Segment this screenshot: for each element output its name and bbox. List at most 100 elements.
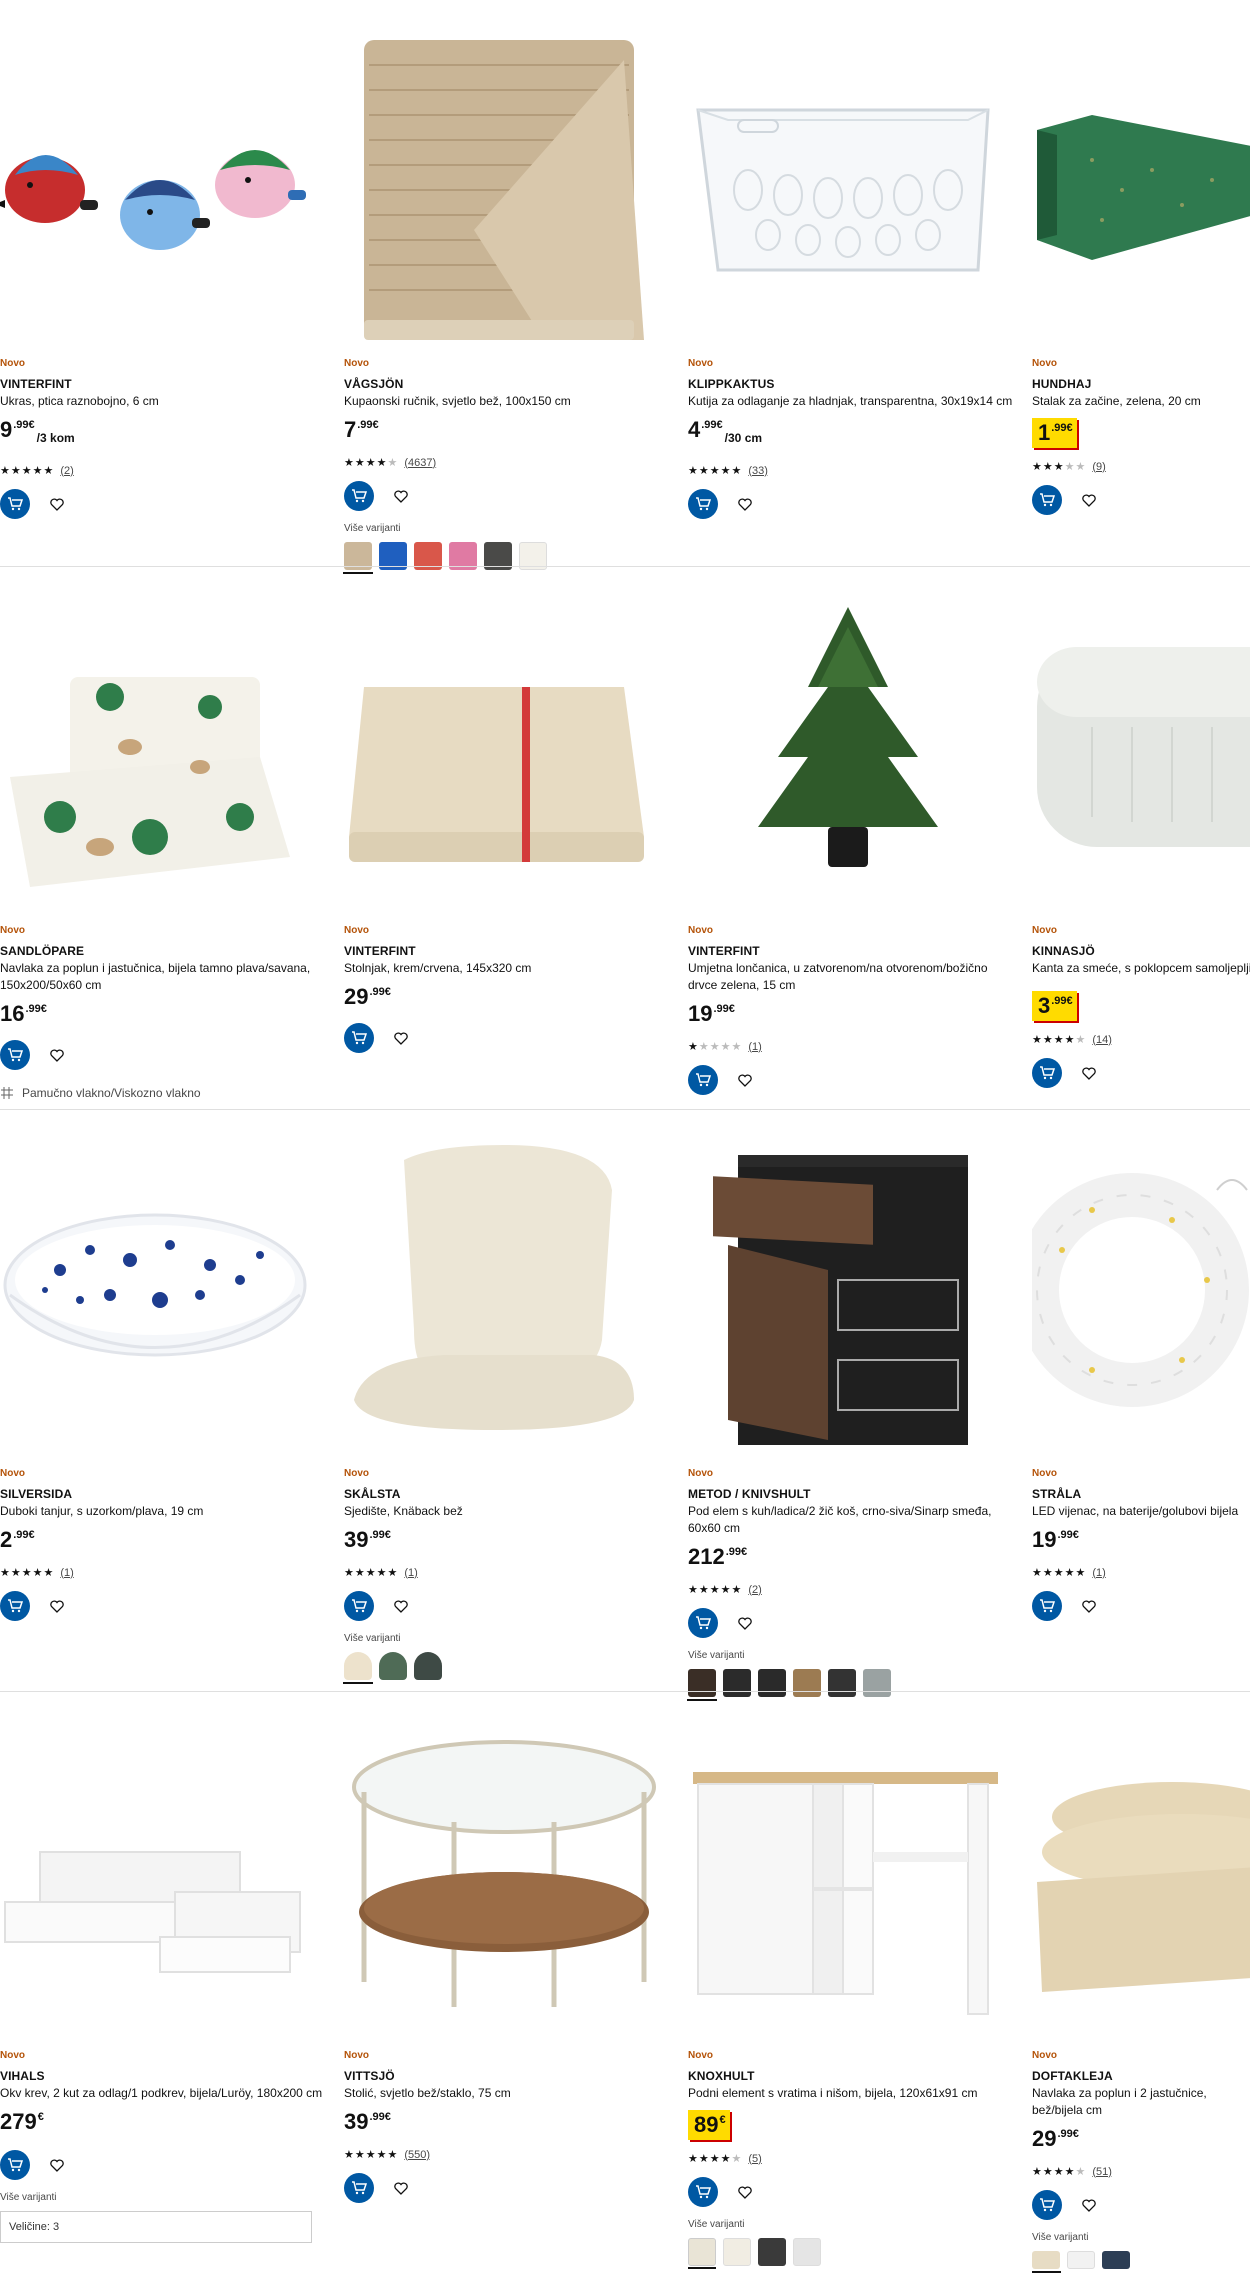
add-to-cart-button[interactable] [0, 1591, 30, 1621]
rating-count[interactable]: (4637) [404, 457, 436, 469]
product-rating[interactable]: ★★★★★ (51) [1032, 2165, 1250, 2179]
product-card[interactable]: Novo VIHALS Okv krev, 2 kut za odlag/1 p… [0, 1692, 330, 2276]
product-rating[interactable]: ★★★★★ (9) [1032, 460, 1250, 474]
favourite-button[interactable] [1080, 1597, 1098, 1615]
product-card[interactable]: Novo SANDLÖPARE Navlaka za poplun i jast… [0, 567, 330, 1109]
rating-count[interactable]: (1) [404, 1567, 417, 1579]
add-to-cart-button[interactable] [688, 1608, 718, 1638]
favourite-button[interactable] [736, 1071, 754, 1089]
product-image[interactable] [344, 1130, 664, 1450]
product-name[interactable]: VÅGSJÖN [344, 377, 674, 391]
product-image[interactable] [0, 20, 320, 340]
rating-count[interactable]: (2) [748, 1584, 761, 1596]
product-name[interactable]: SKÅLSTA [344, 1487, 674, 1501]
rating-count[interactable]: (5) [748, 2153, 761, 2165]
product-image[interactable] [1032, 20, 1250, 340]
rating-count[interactable]: (2) [60, 465, 73, 477]
product-rating[interactable]: ★★★★★ (1) [1032, 1566, 1250, 1580]
product-image[interactable] [344, 20, 664, 340]
variant-swatch[interactable] [723, 2238, 751, 2266]
add-to-cart-button[interactable] [688, 2177, 718, 2207]
add-to-cart-button[interactable] [1032, 1058, 1062, 1088]
favourite-button[interactable] [1080, 1064, 1098, 1082]
favourite-button[interactable] [48, 1597, 66, 1615]
product-image[interactable] [344, 1712, 664, 2032]
product-name[interactable]: SANDLÖPARE [0, 944, 330, 958]
product-card[interactable]: Novo KNOXHULT Podni element s vratima i … [688, 1692, 1018, 2276]
product-image[interactable] [688, 587, 1008, 907]
add-to-cart-button[interactable] [1032, 485, 1062, 515]
product-card[interactable]: Novo HUNDHAJ Stalak za začine, zelena, 2… [1032, 0, 1250, 565]
product-name[interactable]: KINNASJÖ [1032, 944, 1250, 958]
add-to-cart-button[interactable] [1032, 2190, 1062, 2220]
favourite-button[interactable] [392, 1029, 410, 1047]
add-to-cart-button[interactable] [344, 1023, 374, 1053]
variant-swatch[interactable] [793, 2238, 821, 2266]
product-rating[interactable]: ★★★★★ (1) [344, 1566, 674, 1580]
product-rating[interactable]: ★★★★★ (14) [1032, 1033, 1250, 1047]
favourite-button[interactable] [392, 2179, 410, 2197]
variant-swatch[interactable] [343, 1652, 373, 1684]
product-name[interactable]: SILVERSIDA [0, 1487, 330, 1501]
add-to-cart-button[interactable] [1032, 1591, 1062, 1621]
product-name[interactable]: VINTERFINT [0, 377, 330, 391]
product-card[interactable]: Novo STRÅLA LED vijenac, na baterije/gol… [1032, 1110, 1250, 1690]
product-rating[interactable]: ★★★★★ (4637) [344, 456, 674, 470]
favourite-button[interactable] [736, 2183, 754, 2201]
product-image[interactable] [688, 1712, 1008, 2032]
product-rating[interactable]: ★★★★★ (1) [688, 1040, 1018, 1054]
favourite-button[interactable] [48, 495, 66, 513]
product-image[interactable] [0, 587, 320, 907]
add-to-cart-button[interactable] [0, 2150, 30, 2180]
product-image[interactable] [0, 1712, 320, 2032]
product-rating[interactable]: ★★★★★ (2) [0, 464, 330, 478]
rating-count[interactable]: (550) [404, 2149, 430, 2161]
product-card[interactable]: Novo METOD / KNIVSHULT Pod elem s kuh/la… [687, 1110, 1018, 1701]
product-card[interactable]: Novo KLIPPKAKTUS Kutija za odlaganje za … [688, 0, 1018, 565]
favourite-button[interactable] [1080, 491, 1098, 509]
product-image[interactable] [688, 20, 1008, 340]
variant-swatch[interactable] [414, 1652, 442, 1680]
rating-count[interactable]: (51) [1092, 2166, 1112, 2178]
add-to-cart-button[interactable] [688, 1065, 718, 1095]
product-card[interactable]: Novo VÅGSJÖN Kupaonski ručnik, svjetlo b… [343, 0, 674, 574]
product-name[interactable]: STRÅLA [1032, 1487, 1250, 1501]
variant-swatch[interactable] [758, 2238, 786, 2266]
variant-swatch[interactable] [1102, 2251, 1130, 2269]
product-card[interactable]: Novo VINTERFINT Umjetna lončanica, u zat… [688, 567, 1018, 1109]
variant-swatch[interactable] [379, 1652, 407, 1680]
favourite-button[interactable] [48, 2156, 66, 2174]
add-to-cart-button[interactable] [344, 481, 374, 511]
variant-swatch[interactable] [1032, 2251, 1061, 2273]
product-card[interactable]: Novo VINTERFINT Ukras, ptica raznobojno,… [0, 0, 330, 565]
product-image[interactable] [0, 1130, 320, 1450]
product-card[interactable]: Novo VINTERFINT Stolnjak, krem/crvena, 1… [344, 567, 674, 1109]
product-card[interactable]: Novo KINNASJÖ Kanta za smeće, s poklopce… [1032, 567, 1250, 1109]
rating-count[interactable]: (1) [748, 1041, 761, 1053]
variant-swatch[interactable] [688, 2238, 716, 2269]
product-image[interactable] [1032, 1712, 1250, 2032]
product-name[interactable]: VITTSJÖ [344, 2069, 674, 2083]
favourite-button[interactable] [392, 487, 410, 505]
rating-count[interactable]: (9) [1092, 461, 1105, 473]
add-to-cart-button[interactable] [0, 489, 30, 519]
favourite-button[interactable] [48, 1046, 66, 1064]
product-name[interactable]: VINTERFINT [688, 944, 1018, 958]
product-card[interactable]: Novo DOFTAKLEJA Navlaka za poplun i 2 ja… [1032, 1692, 1250, 2276]
product-image[interactable] [1032, 1130, 1250, 1450]
favourite-button[interactable] [736, 495, 754, 513]
rating-count[interactable]: (14) [1092, 1034, 1112, 1046]
favourite-button[interactable] [1080, 2196, 1098, 2214]
favourite-button[interactable] [392, 1597, 410, 1615]
product-name[interactable]: VIHALS [0, 2069, 330, 2083]
product-rating[interactable]: ★★★★★ (5) [688, 2152, 1018, 2166]
product-rating[interactable]: ★★★★★ (550) [344, 2148, 674, 2162]
add-to-cart-button[interactable] [688, 489, 718, 519]
product-rating[interactable]: ★★★★★ (1) [0, 1566, 330, 1580]
size-selector[interactable]: Veličine: 3 [0, 2211, 312, 2243]
rating-count[interactable]: (1) [1092, 1567, 1105, 1579]
product-name[interactable]: KNOXHULT [688, 2069, 1018, 2083]
product-image[interactable] [688, 1130, 1008, 1450]
product-name[interactable]: METOD / KNIVSHULT [688, 1487, 1018, 1501]
rating-count[interactable]: (33) [748, 465, 768, 477]
